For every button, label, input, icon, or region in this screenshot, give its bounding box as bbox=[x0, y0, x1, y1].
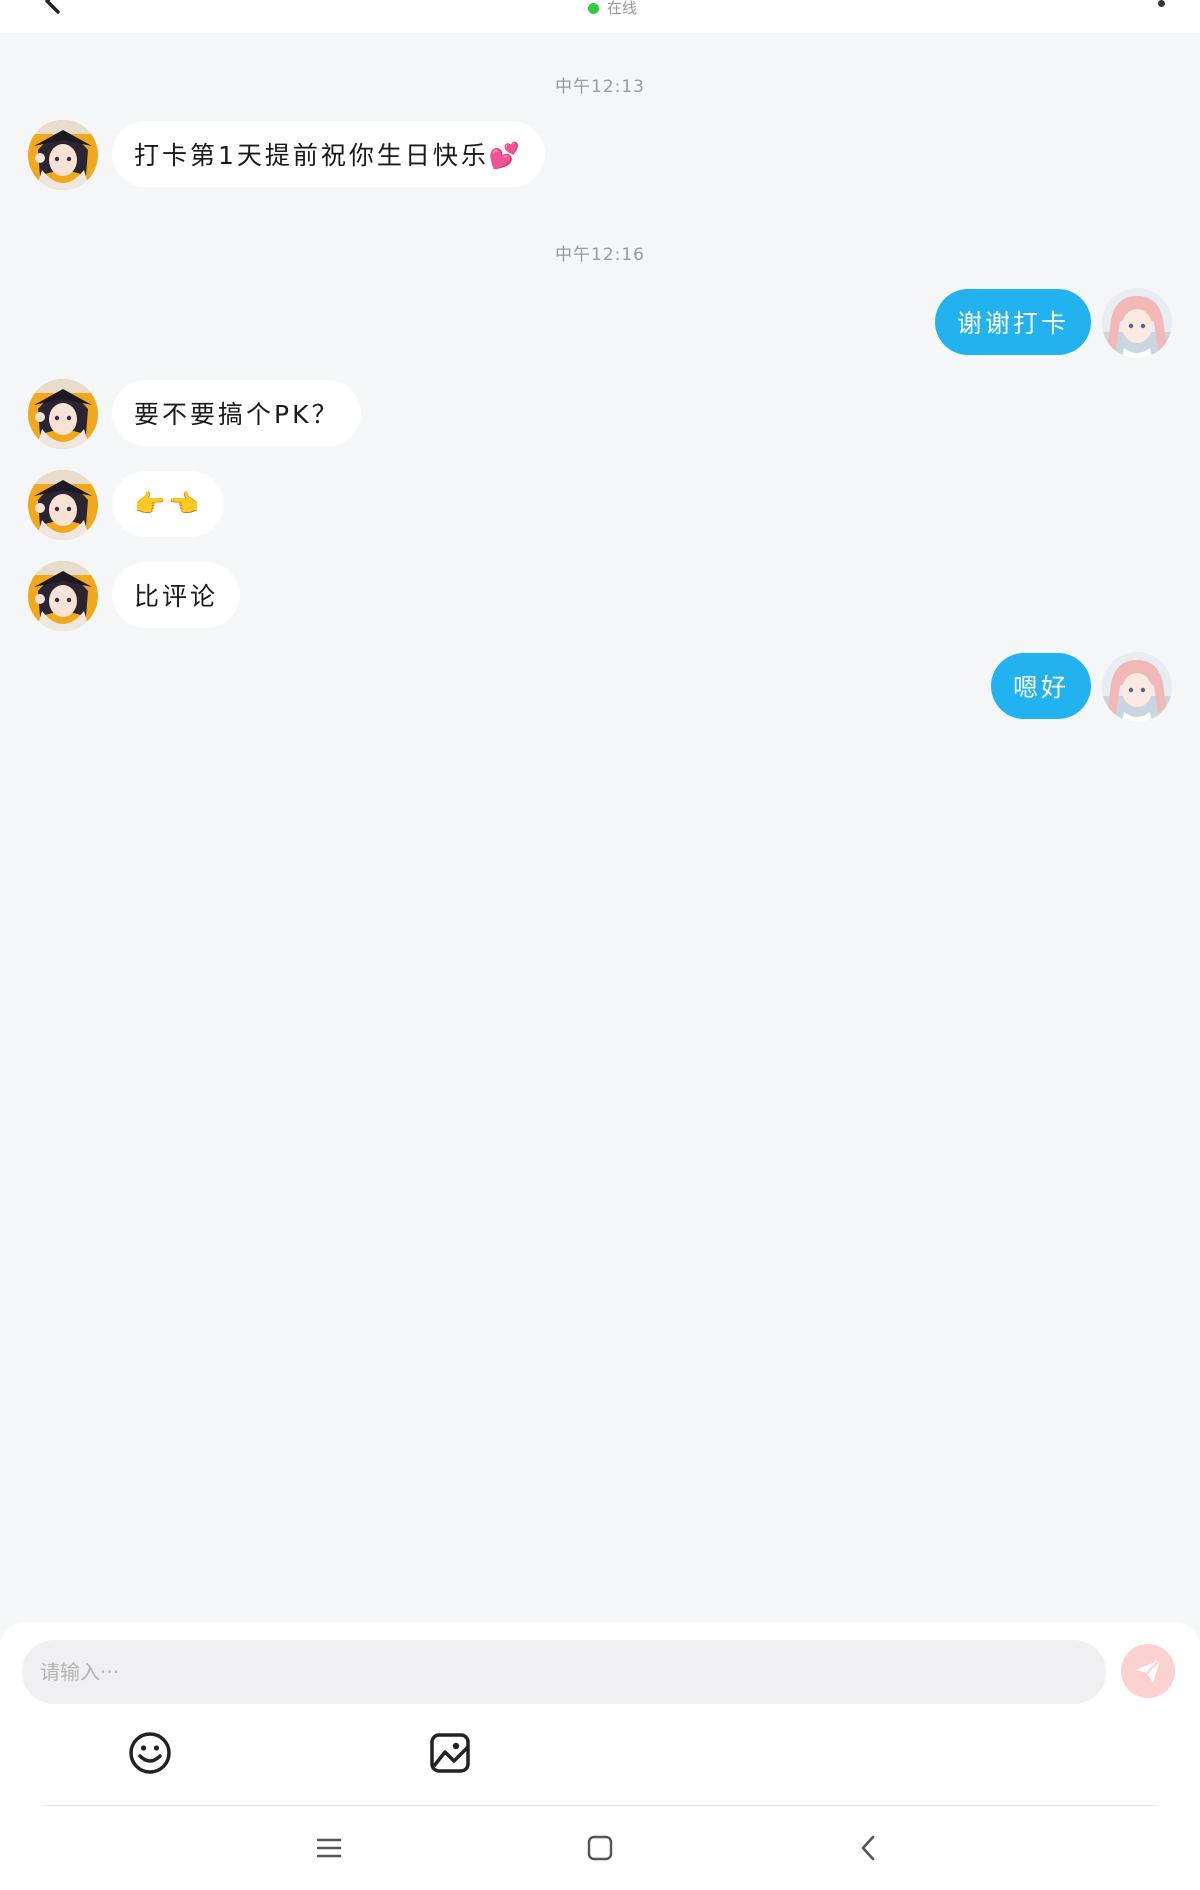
paper-plane-icon[interactable] bbox=[1121, 1644, 1175, 1698]
message-bubble-outgoing[interactable]: 谢谢打卡 bbox=[935, 289, 1092, 355]
contact-avatar[interactable] bbox=[28, 120, 98, 190]
contact-avatar[interactable] bbox=[28, 561, 98, 631]
chat-screen: 在线 中午12:13 打卡第1天提前祝你生日快乐💕 中午12:16 谢谢打卡 要… bbox=[0, 0, 1200, 1890]
my-avatar[interactable] bbox=[1102, 652, 1172, 722]
back-arrow-icon[interactable] bbox=[38, 0, 68, 16]
contact-avatar[interactable] bbox=[28, 379, 98, 449]
image-icon[interactable] bbox=[425, 1728, 475, 1778]
my-avatar[interactable] bbox=[1102, 288, 1172, 358]
divider bbox=[44, 1805, 1156, 1806]
composer-panel bbox=[0, 1622, 1200, 1890]
timestamp: 中午12:13 bbox=[555, 77, 645, 97]
message-bubble-incoming[interactable]: 打卡第1天提前祝你生日快乐💕 bbox=[112, 121, 546, 187]
chat-header: 在线 bbox=[0, 0, 1200, 33]
rounded-square-icon[interactable] bbox=[580, 1828, 620, 1868]
contact-avatar[interactable] bbox=[28, 470, 98, 540]
menu-lines-icon[interactable] bbox=[309, 1828, 349, 1868]
message-bubble-incoming[interactable]: 比评论 bbox=[112, 562, 241, 628]
message-input[interactable] bbox=[22, 1640, 1106, 1704]
chevron-left-icon[interactable] bbox=[849, 1828, 889, 1868]
smiley-icon[interactable] bbox=[125, 1728, 175, 1778]
message-bubble-incoming[interactable]: 要不要搞个PK？ bbox=[112, 380, 362, 446]
online-dot-icon bbox=[588, 2, 599, 14]
online-status: 在线 bbox=[588, 0, 637, 16]
more-dot-icon[interactable] bbox=[1150, 0, 1174, 12]
timestamp: 中午12:16 bbox=[555, 245, 645, 265]
status-text: 在线 bbox=[607, 0, 638, 17]
message-bubble-incoming[interactable]: 👉👈 bbox=[112, 471, 225, 537]
message-bubble-outgoing[interactable]: 嗯好 bbox=[991, 653, 1092, 719]
